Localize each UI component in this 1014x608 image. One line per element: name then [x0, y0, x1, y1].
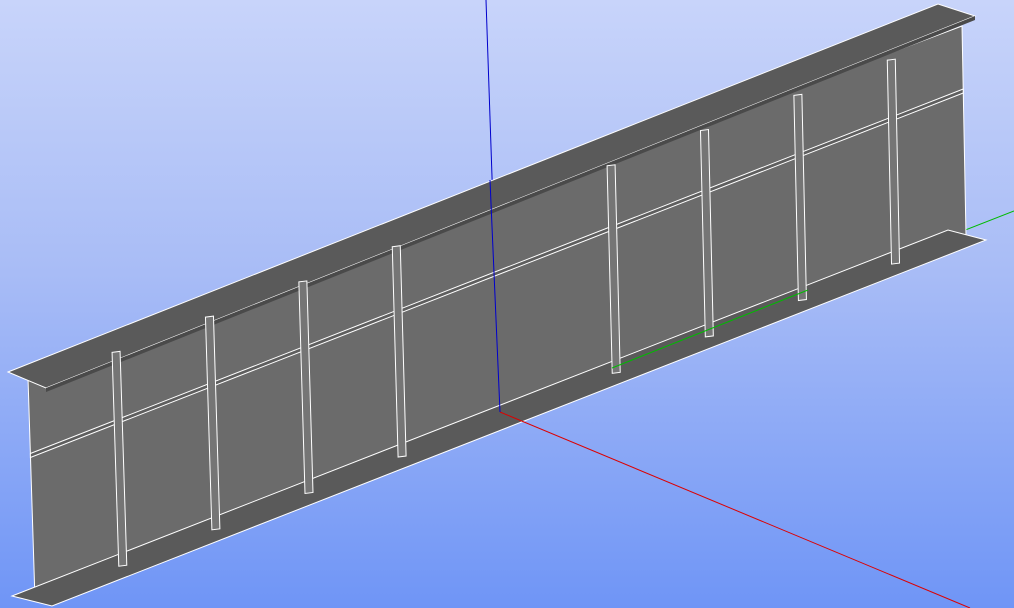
3d-viewport[interactable]	[0, 0, 1014, 608]
plate-girder[interactable]	[6, 3, 988, 607]
x-axis	[499, 411, 971, 608]
3d-scene[interactable]	[0, 0, 1014, 608]
